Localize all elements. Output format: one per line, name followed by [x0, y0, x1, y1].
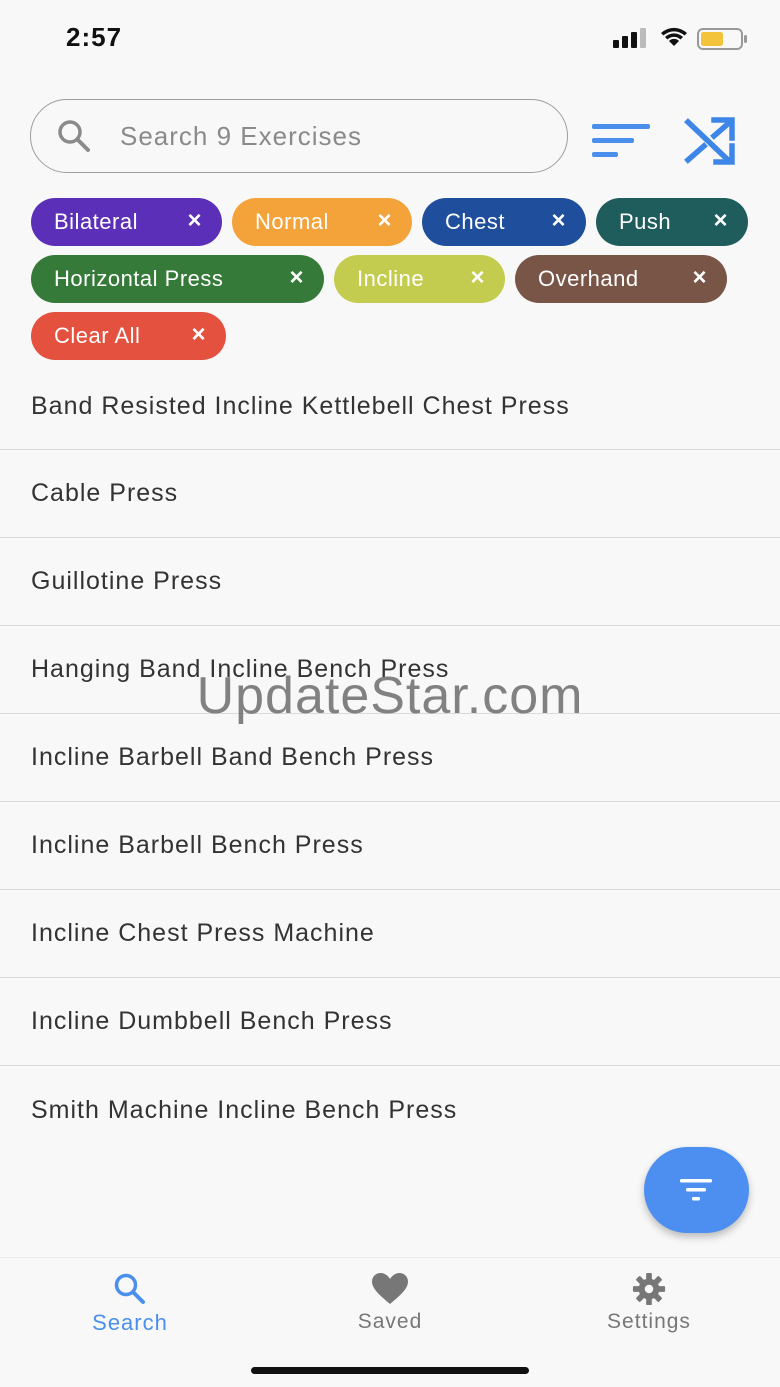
nav-settings[interactable]: Settings [569, 1272, 729, 1334]
chip-label: Incline [357, 266, 425, 291]
chip-label: Normal [255, 209, 329, 234]
chip-clear-all[interactable]: Clear All × [31, 312, 226, 360]
chip-bilateral[interactable]: Bilateral × [31, 198, 222, 246]
search-icon [58, 120, 90, 152]
home-indicator [251, 1367, 529, 1374]
exercise-row[interactable]: Incline Barbell Band Bench Press [0, 714, 780, 802]
close-icon[interactable]: × [713, 198, 728, 244]
chip-horizontal-press[interactable]: Horizontal Press × [31, 255, 324, 303]
nav-saved[interactable]: Saved [310, 1272, 470, 1334]
chip-label: Clear All [54, 323, 141, 348]
chip-label: Chest [445, 209, 505, 234]
shuffle-icon[interactable] [684, 116, 740, 168]
close-icon[interactable]: × [289, 255, 304, 301]
exercise-row[interactable]: Incline Dumbbell Bench Press [0, 978, 780, 1066]
chip-label: Push [619, 209, 672, 234]
chip-overhand[interactable]: Overhand × [515, 255, 727, 303]
chip-normal[interactable]: Normal × [232, 198, 412, 246]
heart-icon [372, 1273, 408, 1304]
chip-label: Overhand [538, 266, 639, 291]
exercise-row[interactable]: Incline Barbell Bench Press [0, 802, 780, 890]
exercise-row[interactable]: Band Resisted Incline Kettlebell Chest P… [0, 362, 780, 450]
search-input[interactable] [120, 115, 550, 157]
filter-button[interactable] [644, 1147, 749, 1233]
close-icon[interactable]: × [551, 198, 566, 244]
close-icon[interactable]: × [470, 255, 485, 301]
status-bar: 2:57 [0, 0, 780, 80]
exercise-row[interactable]: Guillotine Press [0, 538, 780, 626]
nav-saved-label: Saved [357, 1310, 423, 1333]
exercise-row[interactable]: Cable Press [0, 450, 780, 538]
chip-incline[interactable]: Incline × [334, 255, 505, 303]
chip-push[interactable]: Push × [596, 198, 748, 246]
exercise-list: Band Resisted Incline Kettlebell Chest P… [0, 362, 780, 1154]
close-icon[interactable]: × [692, 255, 707, 301]
gear-icon [632, 1272, 666, 1306]
nav-search-label: Search [92, 1310, 168, 1335]
close-icon[interactable]: × [377, 198, 392, 244]
exercise-row[interactable]: Incline Chest Press Machine [0, 890, 780, 978]
exercise-row[interactable]: Smith Machine Incline Bench Press [0, 1066, 780, 1154]
chip-chest[interactable]: Chest × [422, 198, 586, 246]
signal-icon [613, 28, 646, 48]
nav-settings-label: Settings [607, 1310, 691, 1333]
chip-label: Bilateral [54, 209, 138, 234]
sort-icon[interactable] [590, 118, 652, 164]
status-time: 2:57 [66, 22, 123, 52]
filter-icon [680, 1179, 712, 1201]
close-icon[interactable]: × [191, 312, 206, 358]
battery-icon [697, 28, 747, 50]
exercise-row[interactable]: Hanging Band Incline Bench Press [0, 626, 780, 714]
chip-label: Horizontal Press [54, 266, 224, 291]
close-icon[interactable]: × [187, 198, 202, 244]
search-icon [114, 1273, 145, 1304]
nav-search[interactable]: Search [50, 1272, 210, 1336]
wifi-icon [661, 27, 687, 46]
